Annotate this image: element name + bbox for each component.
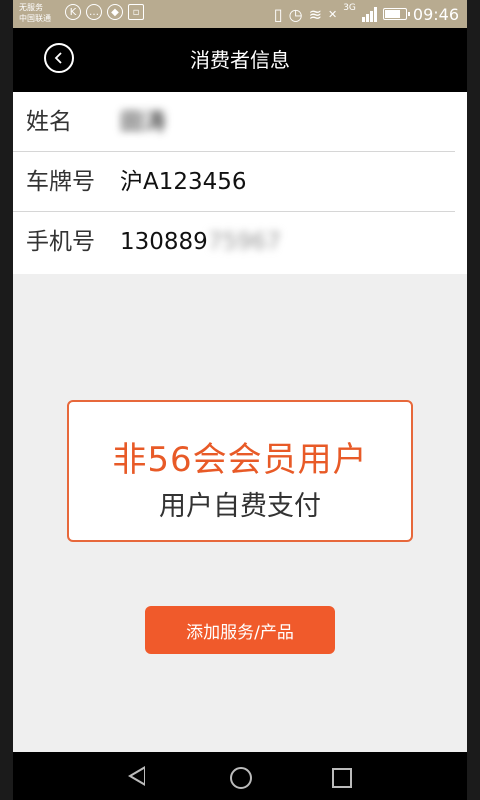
nav-recents-icon[interactable] xyxy=(332,768,352,788)
back-button[interactable] xyxy=(44,43,74,73)
payment-type-text: 用户自费支付 xyxy=(159,491,321,522)
phone-hidden: 75967 xyxy=(207,229,281,255)
k-app-icon: K xyxy=(65,4,81,20)
carrier-line-2: 中国联通 xyxy=(19,14,51,23)
name-value: 田涛 xyxy=(120,109,166,135)
status-bar: 无服务 中国联通 K … ◆ ▫ ▯ ◷ ≋ ✕ 3G 09:46 xyxy=(13,0,467,28)
clock: 09:46 xyxy=(412,4,459,24)
phone-row: 手机号 13088975967 xyxy=(13,212,467,272)
signal-icon xyxy=(361,6,377,22)
add-service-product-button[interactable]: 添加服务/产品 xyxy=(145,606,335,654)
page-title: 消费者信息 xyxy=(190,48,290,72)
consumer-info: 姓名 田涛 车牌号 沪A123456 手机号 13088975967 xyxy=(13,92,467,274)
chat-icon: … xyxy=(86,4,102,20)
battery-icon xyxy=(382,8,410,20)
notification-icons: K … ◆ ▫ xyxy=(65,4,144,20)
image-icon: ▫ xyxy=(128,4,144,20)
carrier-line-1: 无服务 xyxy=(19,3,43,12)
plate-value: 沪A123456 xyxy=(120,169,247,195)
bird-icon: ◆ xyxy=(107,4,123,20)
title-bar: 消费者信息 xyxy=(13,28,467,92)
app-screen: 无服务 中国联通 K … ◆ ▫ ▯ ◷ ≋ ✕ 3G 09:46 消费者信息 xyxy=(13,0,467,800)
phone-visible: 130889 xyxy=(120,229,208,255)
chevron-left-icon xyxy=(54,52,62,64)
member-status-card: 非56会会员用户 用户自费支付 xyxy=(67,400,413,542)
no-sim-icon: ✕ xyxy=(327,7,338,21)
plate-row: 车牌号 沪A123456 xyxy=(13,152,467,212)
alarm-icon: ◷ xyxy=(288,4,303,24)
carrier-info: 无服务 中国联通 xyxy=(19,0,63,30)
name-label: 姓名 xyxy=(26,109,72,135)
system-icons: ▯ ◷ ≋ ✕ 3G 09:46 xyxy=(274,0,459,28)
network-type: 3G xyxy=(343,3,356,13)
vibrate-icon: ▯ xyxy=(273,4,283,24)
wifi-icon: ≋ xyxy=(308,4,322,24)
phone-label: 手机号 xyxy=(26,229,95,255)
member-status-text: 非56会会员用户 xyxy=(112,440,368,480)
navigation-bar xyxy=(13,752,467,800)
plate-label: 车牌号 xyxy=(26,169,95,195)
name-row: 姓名 田涛 xyxy=(13,92,467,152)
nav-home-icon[interactable] xyxy=(230,767,252,789)
phone-value: 13088975967 xyxy=(120,212,281,272)
nav-back-icon[interactable] xyxy=(128,766,145,786)
